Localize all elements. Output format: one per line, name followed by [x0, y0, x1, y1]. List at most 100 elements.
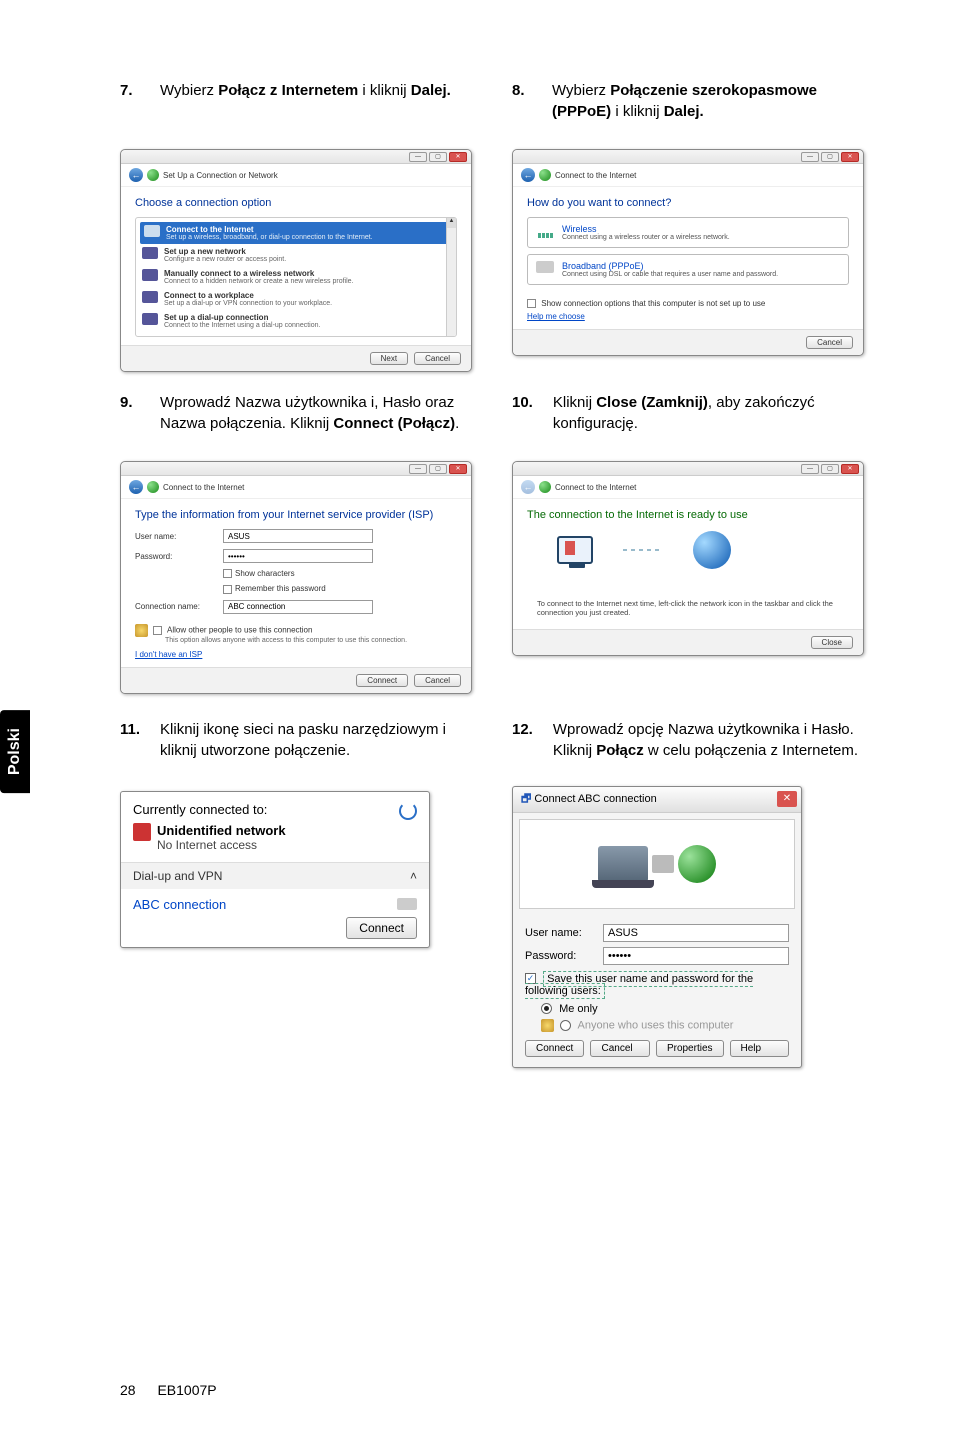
dialog-title: Connect to the Internet — [555, 483, 636, 492]
globe-icon — [693, 531, 731, 569]
step-number: 9. — [120, 392, 140, 434]
connection-line-icon — [623, 549, 663, 551]
wireless-icon — [142, 269, 158, 281]
maximize-button[interactable]: ▢ — [429, 464, 447, 474]
refresh-icon[interactable] — [399, 802, 417, 820]
show-chars-checkbox[interactable] — [223, 569, 232, 578]
connect-button[interactable]: Connect — [525, 1040, 584, 1057]
hero-graphic — [557, 531, 849, 569]
building-icon — [142, 291, 158, 303]
maximize-button[interactable]: ▢ — [821, 464, 839, 474]
option-broadband[interactable]: Broadband (PPPoE) Connect using DSL or c… — [527, 254, 849, 285]
model-name: EB1007P — [157, 1382, 216, 1398]
connect-internet-dialog: — ▢ ✕ ← Connect to the Internet How do y… — [512, 149, 864, 356]
laptop-icon — [598, 846, 648, 882]
cancel-button[interactable]: Cancel — [806, 336, 853, 349]
shield-icon — [135, 624, 148, 637]
close-button[interactable]: ✕ — [449, 152, 467, 162]
back-icon: ← — [521, 480, 535, 494]
dialog-heading: Type the information from your Internet … — [135, 509, 457, 521]
network-icon — [133, 823, 151, 841]
maximize-button[interactable]: ▢ — [429, 152, 447, 162]
close-button[interactable]: Close — [811, 636, 853, 649]
step12-text: Wprowadź opcję Nazwa użytkownika i Hasło… — [553, 719, 864, 761]
next-button[interactable]: Next — [370, 352, 408, 365]
close-button[interactable]: ✕ — [841, 152, 859, 162]
allow-others-checkbox[interactable] — [153, 626, 162, 635]
scroll-up-icon[interactable]: ▲ — [447, 218, 456, 228]
dialog-heading: Choose a connection option — [135, 197, 457, 209]
connect-button[interactable]: Connect — [356, 674, 408, 687]
modem-icon — [536, 261, 554, 273]
hero-graphic — [519, 819, 795, 909]
setup-connection-dialog: — ▢ ✕ ← Set Up a Connection or Network C… — [120, 149, 472, 372]
connection-name-label: Connection name: — [135, 602, 215, 611]
back-icon[interactable]: ← — [521, 168, 535, 182]
dialog-title: Connect to the Internet — [163, 483, 244, 492]
help-choose-link[interactable]: Help me choose — [527, 312, 585, 321]
step8-text: Wybierz Połączenie szerokopasmowe (PPPoE… — [552, 80, 864, 122]
section-header: Dial-up and VPN ˄ — [121, 862, 429, 889]
no-isp-link[interactable]: I don't have an ISP — [135, 650, 202, 659]
option-wireless[interactable]: Wireless Connect using a wireless router… — [527, 217, 849, 248]
option-connect-internet[interactable]: Connect to the InternetSet up a wireless… — [140, 222, 452, 244]
username-label: User name: — [525, 927, 595, 939]
minimize-button[interactable]: — — [801, 152, 819, 162]
step-number: 8. — [512, 80, 532, 122]
network-name: Unidentified network — [157, 823, 286, 838]
connection-name-input[interactable] — [223, 600, 373, 614]
password-input[interactable] — [223, 549, 373, 563]
close-button[interactable]: ✕ — [449, 464, 467, 474]
step-number: 11. — [120, 719, 140, 761]
titlebar: — ▢ ✕ — [513, 150, 863, 164]
properties-button[interactable]: Properties — [656, 1040, 724, 1057]
chevron-up-icon[interactable]: ˄ — [410, 869, 417, 883]
globe-icon — [144, 225, 160, 237]
network-globe-icon — [539, 169, 551, 181]
back-icon[interactable]: ← — [129, 480, 143, 494]
connection-item[interactable]: ABC connection — [121, 889, 429, 920]
option-workplace[interactable]: Connect to a workplaceSet up a dial-up o… — [140, 288, 452, 310]
show-options-label: Show connection options that this comput… — [541, 299, 765, 308]
scrollbar[interactable]: ▲ — [446, 218, 456, 336]
back-icon[interactable]: ← — [129, 168, 143, 182]
anyone-label: Anyone who uses this computer — [578, 1019, 734, 1031]
modem-icon — [397, 898, 417, 910]
globe-icon — [678, 845, 716, 883]
cancel-button[interactable]: Cancel — [414, 352, 461, 365]
step-number: 12. — [512, 719, 533, 761]
next-time-note: To connect to the Internet next time, le… — [537, 599, 839, 617]
minimize-button[interactable]: — — [409, 464, 427, 474]
dialog-title-prefix: Connect — [534, 793, 577, 805]
option-manual-wireless[interactable]: Manually connect to a wireless networkCo… — [140, 266, 452, 288]
network-globe-icon — [539, 481, 551, 493]
language-tab: Polski — [0, 710, 30, 793]
cancel-button[interactable]: Cancel — [590, 1040, 649, 1057]
monitor-icon — [557, 536, 593, 564]
maximize-button[interactable]: ▢ — [821, 152, 839, 162]
option-dialup[interactable]: Set up a dial-up connectionConnect to th… — [140, 310, 452, 332]
page-footer: 28 EB1007P — [120, 1382, 217, 1398]
password-input[interactable] — [603, 947, 789, 965]
connect-button[interactable]: Connect — [346, 917, 417, 939]
cancel-button[interactable]: Cancel — [414, 674, 461, 687]
titlebar: — ▢ ✕ — [121, 462, 471, 476]
dialog-title: Set Up a Connection or Network — [163, 171, 278, 180]
connect-connection-dialog: 🗗 Connect ABC connection ✕ User name: Pa… — [512, 786, 802, 1068]
option-setup-network[interactable]: Set up a new networkConfigure a new rout… — [140, 244, 452, 266]
remember-pass-checkbox[interactable] — [223, 585, 232, 594]
minimize-button[interactable]: — — [801, 464, 819, 474]
close-button[interactable]: ✕ — [841, 464, 859, 474]
close-button[interactable]: ✕ — [777, 791, 797, 807]
username-input[interactable] — [223, 529, 373, 543]
me-only-radio[interactable] — [541, 1003, 552, 1014]
minimize-button[interactable]: — — [409, 152, 427, 162]
step-number: 10. — [512, 392, 533, 434]
help-button[interactable]: Help — [730, 1040, 789, 1057]
show-options-checkbox[interactable] — [527, 299, 536, 308]
flag-icon — [565, 541, 575, 555]
titlebar: — ▢ ✕ — [121, 150, 471, 164]
username-input[interactable] — [603, 924, 789, 942]
currently-connected-label: Currently connected to: — [133, 802, 286, 817]
modem-icon — [652, 855, 674, 873]
